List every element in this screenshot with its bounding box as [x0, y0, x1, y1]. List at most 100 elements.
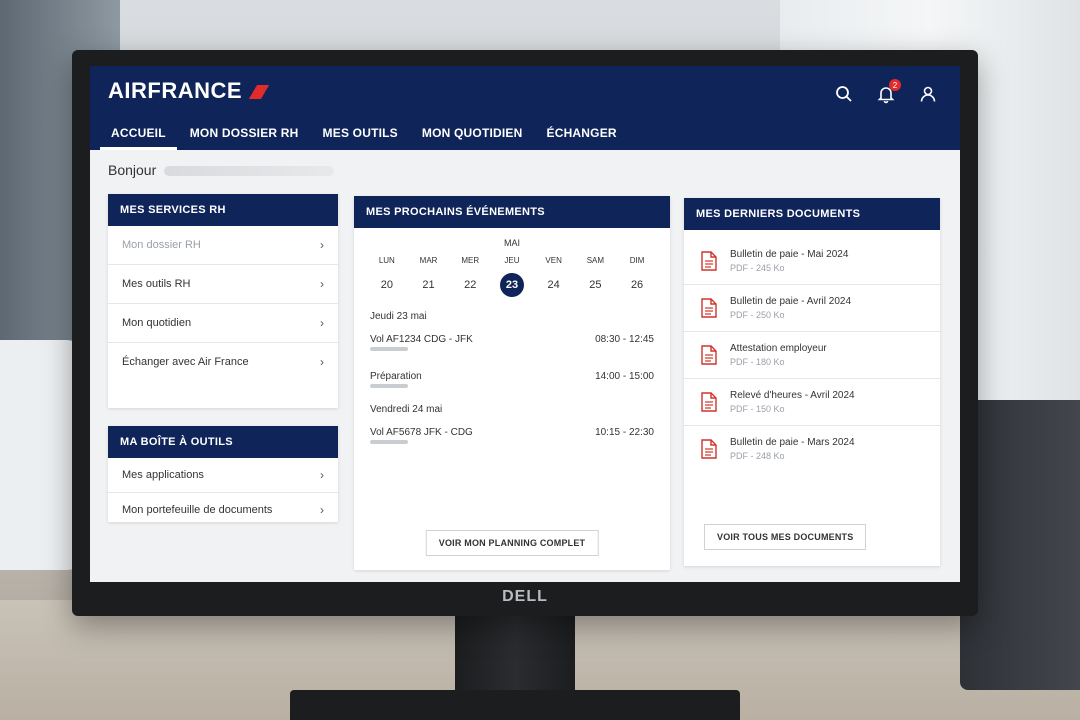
- airfrance-logo[interactable]: AIRFRANCE: [108, 78, 271, 104]
- service-item-mon-dossier[interactable]: Mon dossier RH ›: [108, 226, 338, 265]
- service-item-echanger[interactable]: Échanger avec Air France ›: [108, 343, 338, 381]
- day-number: 26: [630, 279, 644, 291]
- toolbox-item-label: Mes applications: [122, 469, 204, 481]
- day-number: 21: [422, 279, 435, 291]
- pdf-file-icon: [701, 392, 717, 412]
- document-meta: PDF - 150 Ko: [730, 404, 785, 414]
- document-title: Attestation employeur: [730, 343, 827, 354]
- document-text: Bulletin de paie - Mai 2024 PDF - 245 Ko: [730, 249, 848, 273]
- nav-mon-quotidien[interactable]: MON QUOTIDIEN: [411, 118, 534, 150]
- screen: AIRFRANCE 2 ACCUEIL MON DOSSIER RH MES O…: [90, 66, 960, 582]
- nav-echanger[interactable]: ÉCHANGER: [536, 118, 628, 150]
- notification-badge: 2: [889, 79, 901, 91]
- calendar-day[interactable]: DIM 26: [617, 256, 657, 297]
- calendar-day[interactable]: MER 22: [450, 256, 490, 297]
- event-item[interactable]: Préparation 14:00 - 15:00: [354, 357, 670, 382]
- document-title: Bulletin de paie - Avril 2024: [730, 296, 852, 307]
- day-number: 25: [589, 279, 602, 291]
- day-name: LUN: [378, 256, 395, 265]
- events-card: MES PROCHAINS ÉVÉNEMENTS MAI LUN 20 MAR 21…: [354, 196, 670, 570]
- event-subtext-placeholder: [370, 347, 408, 351]
- event-time: 10:15 - 22:30: [595, 427, 654, 438]
- logo-stripe-icon: [248, 85, 271, 100]
- logo-text: AIRFRANCE: [108, 78, 243, 103]
- event-date-heading: Vendredi 24 mai: [370, 404, 443, 415]
- document-text: Attestation employeur PDF - 180 Ko: [730, 343, 827, 367]
- service-item-label: Échanger avec Air France: [122, 356, 249, 368]
- event-subtext-placeholder: [370, 440, 408, 444]
- monitor-stand-base: [290, 690, 740, 720]
- top-icons: 2: [834, 79, 938, 104]
- document-text: Relevé d'heures - Avril 2024 PDF - 150 K…: [730, 390, 855, 414]
- chevron-right-icon: ›: [320, 277, 324, 291]
- user-icon[interactable]: [918, 84, 938, 104]
- view-full-planning-button[interactable]: VOIR MON PLANNING COMPLET: [425, 530, 599, 556]
- event-title: Vol AF5678 JFK - CDG: [370, 427, 473, 438]
- view-all-documents-button[interactable]: VOIR TOUS MES DOCUMENTS: [704, 524, 867, 550]
- pdf-file-icon: [701, 251, 717, 271]
- day-number: 23: [499, 273, 524, 297]
- chevron-right-icon: ›: [320, 468, 324, 482]
- document-item[interactable]: Attestation employeur PDF - 180 Ko: [684, 332, 940, 379]
- document-title: Bulletin de paie - Mai 2024: [730, 249, 849, 260]
- calendar-day-selected[interactable]: JEU 23: [492, 256, 532, 297]
- service-item-mes-outils[interactable]: Mes outils RH ›: [108, 265, 338, 304]
- chevron-right-icon: ›: [320, 503, 324, 517]
- document-meta: PDF - 245 Ko: [730, 263, 785, 273]
- calendar-day[interactable]: SAM 25: [575, 256, 615, 297]
- documents-list: Bulletin de paie - Mai 2024 PDF - 245 Ko…: [684, 230, 940, 472]
- event-item[interactable]: Vol AF5678 JFK - CDG 10:15 - 22:30: [354, 421, 670, 438]
- document-text: Bulletin de paie - Mars 2024 PDF - 248 K…: [730, 437, 855, 461]
- day-number: 24: [547, 279, 560, 291]
- service-item-label: Mon dossier RH: [122, 239, 201, 251]
- calendar-day[interactable]: VEN 24: [534, 256, 574, 297]
- background-device: [960, 400, 1080, 690]
- chevron-right-icon: ›: [320, 316, 324, 330]
- nav-mon-dossier-rh[interactable]: MON DOSSIER RH: [179, 118, 310, 150]
- service-item-mon-quotidien[interactable]: Mon quotidien ›: [108, 304, 338, 343]
- pdf-file-icon: [701, 298, 717, 318]
- toolbox-item-applications[interactable]: Mes applications ›: [108, 458, 338, 493]
- service-item-label: Mes outils RH: [122, 278, 191, 290]
- documents-title: MES DERNIERS DOCUMENTS: [684, 198, 940, 230]
- document-title: Bulletin de paie - Mars 2024: [730, 437, 855, 448]
- pdf-file-icon: [701, 345, 717, 365]
- nav-mes-outils[interactable]: MES OUTILS: [312, 118, 409, 150]
- day-name: MER: [461, 256, 480, 265]
- event-item[interactable]: Vol AF1234 CDG - JFK 08:30 - 12:45: [354, 328, 670, 345]
- greeting: Bonjour: [108, 162, 335, 178]
- search-icon[interactable]: [834, 84, 854, 104]
- document-item[interactable]: Bulletin de paie - Avril 2024 PDF - 250 …: [684, 285, 940, 332]
- nav-accueil[interactable]: ACCUEIL: [100, 118, 177, 150]
- calendar-month: MAI: [503, 238, 520, 248]
- main-nav: ACCUEIL MON DOSSIER RH MES OUTILS MON QU…: [100, 118, 628, 150]
- services-title: MES SERVICES RH: [108, 194, 338, 226]
- top-bar: AIRFRANCE 2 ACCUEIL MON DOSSIER RH MES O…: [90, 66, 960, 150]
- chevron-right-icon: ›: [320, 355, 324, 369]
- event-subtext-placeholder: [370, 384, 408, 388]
- calendar-day[interactable]: MAR 21: [409, 256, 449, 297]
- document-item[interactable]: Bulletin de paie - Mai 2024 PDF - 245 Ko: [684, 238, 940, 285]
- toolbox-item-label: Mon portefeuille de documents: [122, 504, 273, 516]
- event-time: 08:30 - 12:45: [595, 334, 654, 345]
- document-meta: PDF - 248 Ko: [730, 451, 785, 461]
- document-item[interactable]: Relevé d'heures - Avril 2024 PDF - 150 K…: [684, 379, 940, 426]
- document-title: Relevé d'heures - Avril 2024: [730, 390, 855, 401]
- calendar-day[interactable]: LUN 20: [367, 256, 407, 297]
- day-name: MAR: [419, 256, 438, 265]
- document-item[interactable]: Bulletin de paie - Mars 2024 PDF - 248 K…: [684, 426, 940, 472]
- monitor-brand: DELL: [502, 588, 548, 605]
- document-meta: PDF - 250 Ko: [730, 310, 785, 320]
- service-item-label: Mon quotidien: [122, 317, 192, 329]
- document-meta: PDF - 180 Ko: [730, 357, 785, 367]
- events-title: MES PROCHAINS ÉVÉNEMENTS: [354, 196, 670, 228]
- event-time: 14:00 - 15:00: [595, 371, 654, 382]
- toolbox-item-portefeuille[interactable]: Mon portefeuille de documents ›: [108, 493, 338, 527]
- documents-card: MES DERNIERS DOCUMENTS Bulletin de paie …: [684, 198, 940, 566]
- toolbox-card: MA BOÎTE À OUTILS Mes applications › Mon…: [108, 426, 338, 522]
- pdf-file-icon: [701, 439, 717, 459]
- calendar-week: LUN 20 MAR 21 MER 22 JEU 23 VEN 24 SAM 25 DIM 2…: [366, 256, 658, 297]
- bell-icon[interactable]: 2: [876, 79, 901, 104]
- services-card: MES SERVICES RH Mon dossier RH › Mes out…: [108, 194, 338, 408]
- day-number: 20: [380, 279, 393, 291]
